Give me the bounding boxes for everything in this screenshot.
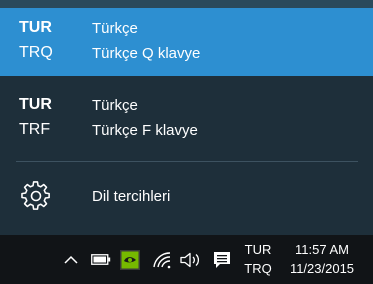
- clock-button[interactable]: 11:57 AM 11/23/2015: [282, 240, 362, 278]
- divider: [16, 161, 358, 162]
- taskbar: TUR TRQ 11:57 AM 11/23/2015: [0, 235, 373, 284]
- network-button[interactable]: [150, 235, 174, 284]
- language-preferences-link[interactable]: Dil tercihleri: [0, 171, 373, 227]
- action-center-button[interactable]: [210, 235, 234, 284]
- language-code: TUR: [19, 19, 52, 36]
- wifi-icon: [153, 251, 171, 268]
- layout-code: TRQ: [19, 44, 53, 61]
- layout-name: Türkçe F klavye: [92, 122, 198, 139]
- clock-date: 11/23/2015: [289, 261, 355, 276]
- language-name: Türkçe: [92, 97, 138, 114]
- input-indicator-button[interactable]: TUR TRQ: [238, 240, 278, 278]
- layout-name: Türkçe Q klavye: [92, 45, 201, 62]
- action-center-icon: [214, 251, 230, 268]
- battery-icon: [91, 254, 111, 265]
- input-language-flyout: TUR TRQ Türkçe Türkçe Q klavye TUR TRF T…: [0, 8, 373, 235]
- battery-button[interactable]: [89, 235, 113, 284]
- chevron-up-icon: [64, 255, 78, 264]
- nvidia-tray-button[interactable]: [118, 235, 142, 284]
- indicator-layout: TRQ: [244, 261, 272, 276]
- language-name: Türkçe: [92, 20, 138, 37]
- preferences-label: Dil tercihleri: [92, 188, 171, 205]
- desktop-edge: [0, 0, 373, 8]
- volume-icon: [180, 252, 200, 267]
- language-code: TUR: [19, 96, 52, 113]
- screen: TUR TRQ Türkçe Türkçe Q klavye TUR TRF T…: [0, 0, 373, 284]
- indicator-language: TUR: [244, 242, 272, 257]
- nvidia-icon: [120, 249, 140, 270]
- gear-icon: [21, 181, 50, 210]
- layout-code: TRF: [19, 121, 51, 138]
- show-hidden-icons-button[interactable]: [60, 235, 82, 284]
- language-item-trq[interactable]: TUR TRQ Türkçe Türkçe Q klavye: [0, 8, 373, 76]
- volume-button[interactable]: [178, 235, 204, 284]
- language-item-trf[interactable]: TUR TRF Türkçe Türkçe F klavye: [0, 85, 373, 153]
- clock-time: 11:57 AM: [295, 242, 349, 257]
